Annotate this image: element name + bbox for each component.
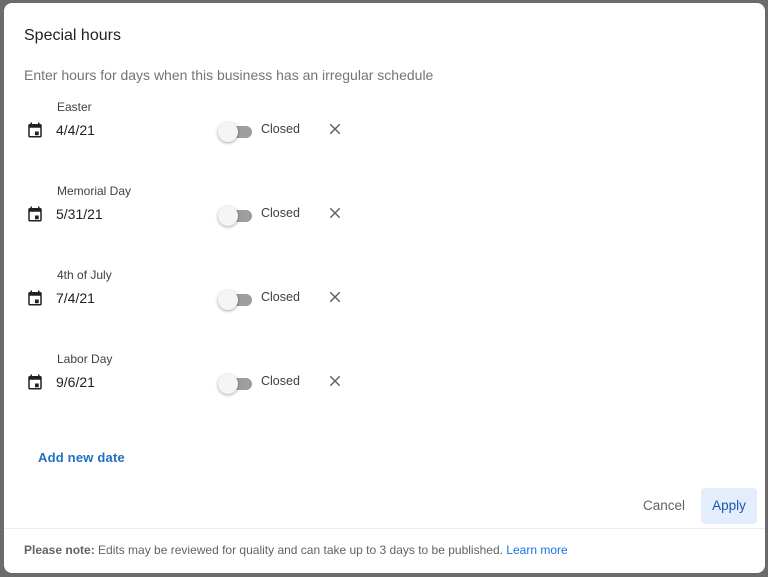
toggle-thumb xyxy=(218,290,238,310)
special-date-entry: 4th of July 7/4/21 Closed xyxy=(4,268,404,338)
status-label: Closed xyxy=(261,290,300,304)
dialog-title: Special hours xyxy=(24,27,121,44)
holiday-label: Easter xyxy=(57,100,92,114)
toggle-thumb xyxy=(218,206,238,226)
close-icon[interactable] xyxy=(326,120,344,138)
holiday-label: Memorial Day xyxy=(57,184,132,198)
footer-note: Please note: Edits may be reviewed for q… xyxy=(24,543,568,557)
calendar-icon[interactable] xyxy=(26,205,44,223)
special-date-entry: Labor Day 9/6/21 Closed xyxy=(4,352,404,422)
close-icon[interactable] xyxy=(326,204,344,222)
open-closed-toggle[interactable] xyxy=(218,206,254,226)
add-new-date-button[interactable]: Add new date xyxy=(38,450,125,465)
note-label: Please note: xyxy=(24,543,95,557)
date-field[interactable]: 5/31/21 xyxy=(56,206,103,222)
date-field[interactable]: 4/4/21 xyxy=(56,122,95,138)
status-label: Closed xyxy=(261,374,300,388)
holiday-label: Labor Day xyxy=(57,352,113,366)
status-label: Closed xyxy=(261,206,300,220)
footer-divider xyxy=(4,528,765,529)
calendar-icon[interactable] xyxy=(26,121,44,139)
special-date-entry: Easter 4/4/21 Closed xyxy=(4,100,404,170)
open-closed-toggle[interactable] xyxy=(218,374,254,394)
open-closed-toggle[interactable] xyxy=(218,122,254,142)
close-icon[interactable] xyxy=(326,372,344,390)
cancel-button[interactable]: Cancel xyxy=(632,489,696,523)
open-closed-toggle[interactable] xyxy=(218,290,254,310)
close-icon[interactable] xyxy=(326,288,344,306)
toggle-thumb xyxy=(218,122,238,142)
apply-button[interactable]: Apply xyxy=(701,488,757,524)
status-label: Closed xyxy=(261,122,300,136)
special-hours-dialog: Special hours Enter hours for days when … xyxy=(4,3,765,573)
date-field[interactable]: 9/6/21 xyxy=(56,374,95,390)
holiday-label: 4th of July xyxy=(57,268,112,282)
date-field[interactable]: 7/4/21 xyxy=(56,290,95,306)
calendar-icon[interactable] xyxy=(26,373,44,391)
special-date-entry: Memorial Day 5/31/21 Closed xyxy=(4,184,404,254)
dialog-subtitle: Enter hours for days when this business … xyxy=(24,67,434,83)
calendar-icon[interactable] xyxy=(26,289,44,307)
learn-more-link[interactable]: Learn more xyxy=(506,543,567,557)
toggle-thumb xyxy=(218,374,238,394)
note-text: Edits may be reviewed for quality and ca… xyxy=(94,543,507,557)
